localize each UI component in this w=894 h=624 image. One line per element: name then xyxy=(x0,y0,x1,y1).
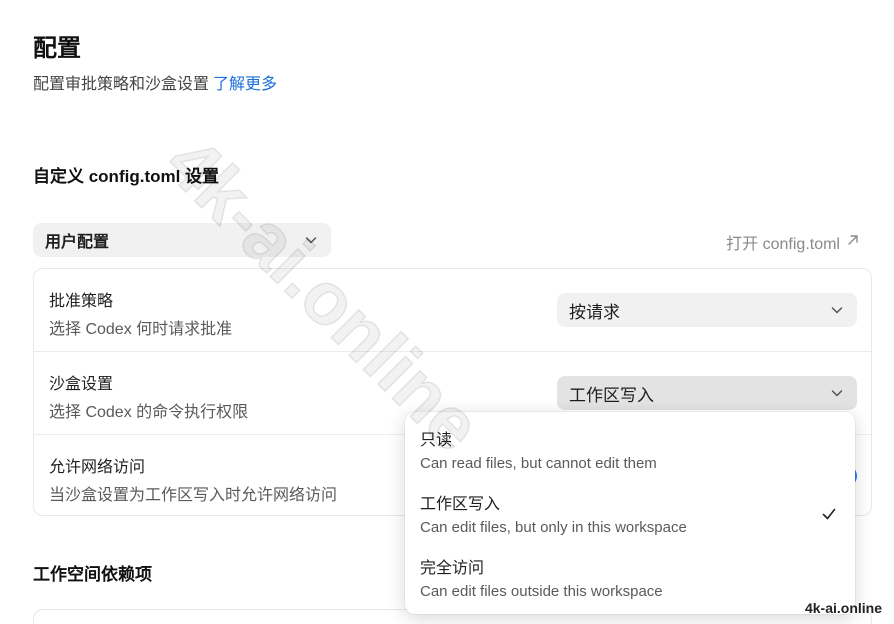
sandbox-dropdown-menu: 只读 Can read files, but cannot edit them … xyxy=(405,412,855,614)
network-access-title: 允许网络访问 xyxy=(49,459,146,476)
sandbox-settings-select[interactable]: 工作区写入 xyxy=(557,376,857,410)
sandbox-settings-description: 选择 Codex 的命令执行权限 xyxy=(49,404,249,421)
arrow-up-right-icon xyxy=(846,233,860,252)
sandbox-settings-title: 沙盒设置 xyxy=(49,376,114,393)
option-title: 只读 xyxy=(420,432,453,449)
open-config-label: 打开 config.toml xyxy=(726,236,840,253)
dropdown-option-read-only[interactable]: 只读 Can read files, but cannot edit them xyxy=(405,420,855,484)
chevron-down-icon xyxy=(829,302,845,318)
open-config-link[interactable]: 打开 config.toml xyxy=(726,230,860,254)
chevron-down-icon xyxy=(829,385,845,401)
option-description: Can edit files outside this workspace xyxy=(420,583,663,600)
chevron-down-icon xyxy=(303,232,319,248)
custom-config-section-title: 自定义 config.toml 设置 xyxy=(33,167,220,186)
sandbox-settings-value: 工作区写入 xyxy=(569,385,654,405)
approval-policy-title: 批准策略 xyxy=(49,293,114,310)
dropdown-option-workspace-write[interactable]: 工作区写入 Can edit files, but only in this w… xyxy=(405,484,855,548)
page-subtitle: 配置审批策略和沙盒设置 了解更多 xyxy=(33,70,277,94)
subtitle-text: 配置审批策略和沙盒设置 xyxy=(33,76,210,93)
approval-policy-description: 选择 Codex 何时请求批准 xyxy=(49,321,233,338)
workspace-dependencies-title: 工作空间依赖项 xyxy=(33,565,152,584)
approval-policy-select[interactable]: 按请求 xyxy=(557,293,857,327)
option-description: Can read files, but cannot edit them xyxy=(420,455,657,472)
approval-policy-row: 批准策略 选择 Codex 何时请求批准 按请求 xyxy=(34,269,871,352)
option-title: 完全访问 xyxy=(420,560,485,577)
dropdown-option-full-access[interactable]: 完全访问 Can edit files outside this workspa… xyxy=(405,548,855,612)
corner-watermark: 4k-ai.online xyxy=(804,600,882,616)
option-title: 工作区写入 xyxy=(420,496,501,513)
approval-policy-value: 按请求 xyxy=(569,302,620,322)
profile-select-value: 用户配置 xyxy=(45,234,110,251)
option-description: Can edit files, but only in this workspa… xyxy=(420,519,687,536)
page-title: 配置 xyxy=(33,35,81,62)
profile-select[interactable]: 用户配置 xyxy=(33,223,331,257)
check-icon xyxy=(821,506,837,522)
network-access-description: 当沙盒设置为工作区写入时允许网络访问 xyxy=(49,487,338,504)
learn-more-link[interactable]: 了解更多 xyxy=(213,76,277,93)
